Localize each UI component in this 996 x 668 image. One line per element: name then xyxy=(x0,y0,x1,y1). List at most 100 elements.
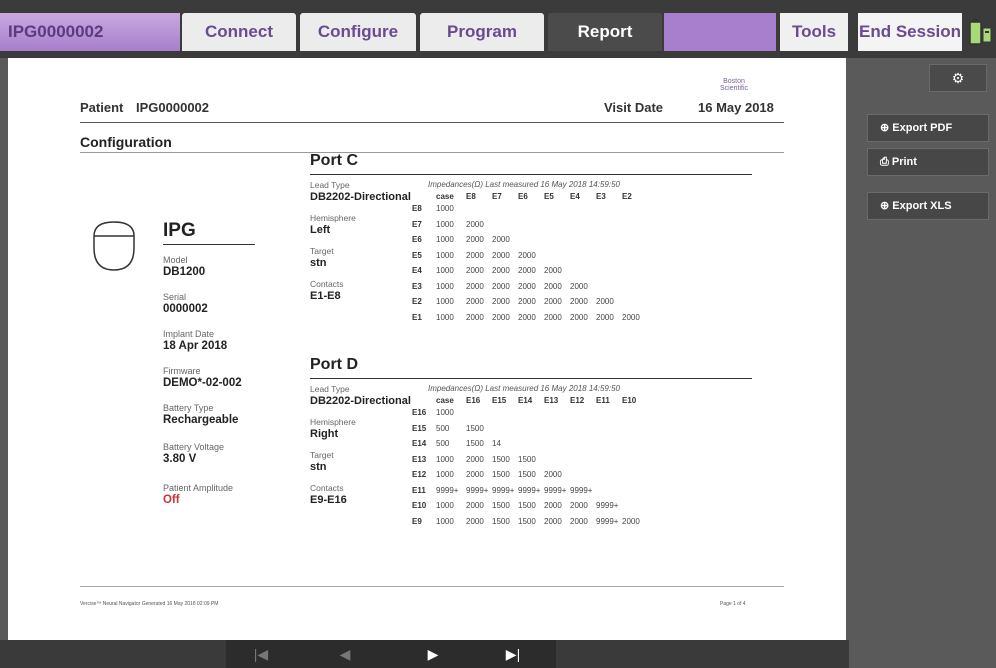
port-d-contacts-value: E9-E16 xyxy=(310,494,347,506)
port-c-col-header: E3 xyxy=(596,192,606,201)
port-d-impedance-cell: 1500 xyxy=(518,470,536,479)
port-d-impedance-cell: 1500 xyxy=(466,439,484,448)
patient-amplitude-label: Patient Amplitude xyxy=(163,483,234,493)
end-session-button[interactable]: End Session xyxy=(858,13,962,51)
tab-connect[interactable]: Connect xyxy=(182,13,296,51)
battery-voltage-value: 3.80 V xyxy=(163,453,197,465)
port-d-impedance-cell: 2000 xyxy=(466,516,484,526)
port-c-impedance-cell: 2000 xyxy=(492,281,510,291)
print-label: Print xyxy=(891,156,917,168)
port-c-row-label: E2 xyxy=(412,297,422,306)
port-c-row-label: E7 xyxy=(412,219,422,229)
port-d-col-header: case xyxy=(436,396,454,405)
export-xls-button[interactable]: ⊕ Export XLS xyxy=(867,192,989,220)
first-page-button[interactable]: |◀ xyxy=(226,640,296,668)
footer-generated-text: Vercise™ Neural Navigator Generated 16 M… xyxy=(80,601,219,607)
implant-date-value: 18 Apr 2018 xyxy=(163,340,228,352)
port-c-impedance-cell: 2000 xyxy=(492,266,510,275)
port-d-row-label: E14 xyxy=(412,439,427,448)
battery-type-value: Rechargeable xyxy=(163,414,239,426)
port-c-impedance-cell: 2000 xyxy=(466,312,484,322)
footer-divider xyxy=(80,586,784,587)
port-c-impedance-cell: 1000 xyxy=(436,266,454,275)
port-d-impedance-cell: 1000 xyxy=(436,501,454,510)
port-c-impedance-cell: 2000 xyxy=(596,297,614,306)
port-d-row-label: E10 xyxy=(412,501,427,510)
port-c-impedance-cell: 2000 xyxy=(518,312,536,322)
port-c-impedance-cell: 2000 xyxy=(492,250,510,260)
port-d-impedance-header: Impedances(Ω) Last measured 16 May 2018 … xyxy=(428,384,620,393)
settings-button[interactable]: ⚙ xyxy=(929,64,987,92)
port-d-lead-type-value: DB2202-Directional xyxy=(310,395,411,407)
port-d-impedance-cell: 2000 xyxy=(544,501,562,510)
port-c-impedance-cell: 2000 xyxy=(466,250,484,260)
last-page-button[interactable]: ▶| xyxy=(478,640,548,668)
port-d-impedance-cell: 500 xyxy=(436,423,450,433)
port-c-impedance-cell: 2000 xyxy=(544,297,562,306)
port-d-impedance-cell: 1500 xyxy=(492,501,510,510)
export-pdf-button[interactable]: ⊕ Export PDF xyxy=(867,114,989,142)
port-c-contacts-value: E1-E8 xyxy=(310,290,341,302)
port-c-impedance-cell: 2000 xyxy=(596,312,614,322)
port-c-impedance-cell: 2000 xyxy=(466,235,484,244)
port-c-impedance-cell: 2000 xyxy=(518,266,536,275)
port-d-impedance-cell: 9999+ xyxy=(436,485,459,495)
ipg-divider xyxy=(163,244,255,245)
port-d-impedance-cell: 9999+ xyxy=(492,485,515,495)
port-c-col-header: case xyxy=(436,192,454,201)
port-d-impedance-cell: 2000 xyxy=(466,454,484,464)
tab-configure[interactable]: Configure xyxy=(300,13,416,51)
implant-date-label: Implant Date xyxy=(163,329,215,339)
next-page-button[interactable]: ▶ xyxy=(398,640,468,668)
port-d-hemisphere-value: Right xyxy=(310,428,339,440)
port-d-impedance-cell: 1500 xyxy=(492,470,510,479)
port-d-impedance-cell: 1000 xyxy=(436,516,454,526)
port-d-col-header: E10 xyxy=(622,396,637,405)
battery-type-label: Battery Type xyxy=(163,403,214,413)
port-c-impedance-header: Impedances(Ω) Last measured 16 May 2018 … xyxy=(428,180,620,189)
tools-button[interactable]: Tools xyxy=(780,13,848,51)
battery-status-icon[interactable] xyxy=(968,18,992,46)
tab-program[interactable]: Program xyxy=(420,13,544,51)
port-d-row-label: E13 xyxy=(412,454,427,464)
port-d-impedance-cell: 9999+ xyxy=(596,501,619,510)
port-d-impedance-cell: 2000 xyxy=(466,501,484,510)
port-c-col-header: E6 xyxy=(518,192,528,201)
port-d-col-header: E15 xyxy=(492,396,507,405)
port-c-impedance-cell: 1000 xyxy=(436,219,454,229)
gear-icon: ⚙ xyxy=(951,70,965,86)
port-d-impedance-cell: 14 xyxy=(492,439,501,448)
port-d-col-header: E16 xyxy=(466,396,481,405)
port-c-impedance-cell: 2000 xyxy=(518,250,536,260)
printer-icon: ⎙ xyxy=(880,156,892,168)
port-d-col-header: E12 xyxy=(570,396,585,405)
port-c-lead-type-value: DB2202-Directional xyxy=(310,191,411,203)
port-c-impedance-cell: 2000 xyxy=(492,312,510,322)
ipg-device-icon xyxy=(93,221,135,271)
port-d-row-label: E11 xyxy=(412,485,426,495)
port-c-impedance-cell: 2000 xyxy=(570,281,588,291)
port-d-col-header: E14 xyxy=(518,396,533,405)
port-d-impedance-cell: 1500 xyxy=(518,454,536,464)
port-d-col-header: E11 xyxy=(596,396,610,405)
export-pdf-label: Export PDF xyxy=(892,122,953,134)
port-c-impedance-cell: 2000 xyxy=(492,297,510,306)
port-d-impedance-cell: 2000 xyxy=(544,516,562,526)
port-c-col-header: E8 xyxy=(466,192,476,201)
print-button[interactable]: ⎙ Print xyxy=(867,148,989,176)
section-title: Configuration xyxy=(80,134,172,150)
side-panel: ⚙ ⊕ Export PDF ⎙ Print ⊕ Export XLS xyxy=(849,58,996,668)
port-d-impedance-cell: 500 xyxy=(436,439,450,448)
port-d-impedance-cell: 9999+ xyxy=(596,516,619,526)
previous-page-button[interactable]: ◀ xyxy=(310,640,380,668)
port-c-col-header: E4 xyxy=(570,192,580,201)
ipg-title: IPG xyxy=(163,220,196,241)
port-d-impedance-cell: 9999+ xyxy=(466,485,489,495)
port-c-impedance-cell: 2000 xyxy=(622,312,640,322)
port-c-hemisphere-label: Hemisphere xyxy=(310,213,356,223)
port-d-row-label: E16 xyxy=(412,408,427,417)
port-d-impedance-cell: 1000 xyxy=(436,470,454,479)
tab-report[interactable]: Report xyxy=(548,13,662,51)
port-d-target-label: Target xyxy=(310,450,334,460)
port-d-impedance-cell: 1500 xyxy=(492,454,510,464)
